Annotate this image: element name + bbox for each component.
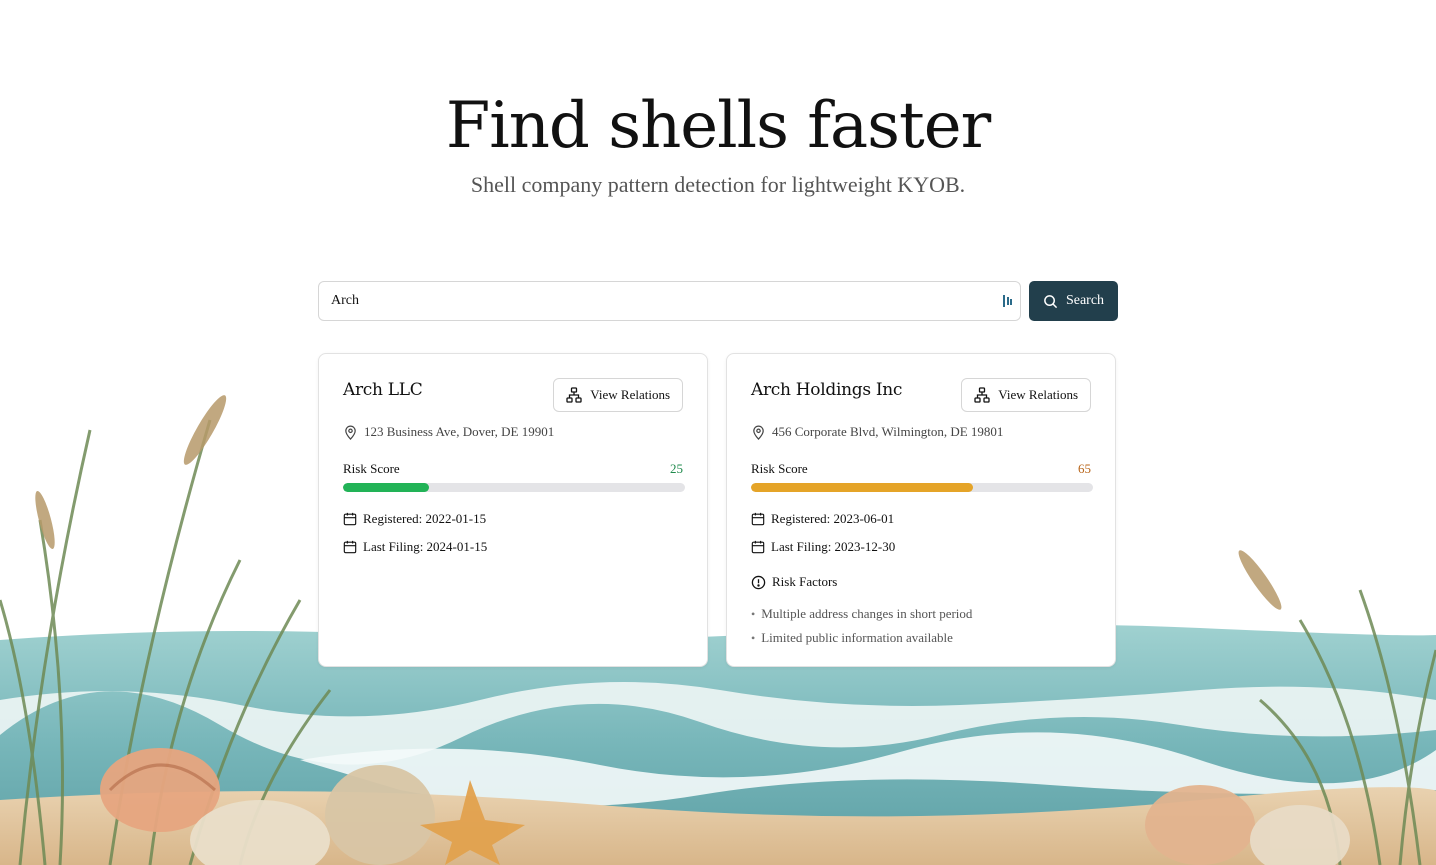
risk-factor-item: Limited public information available <box>751 626 972 650</box>
risk-factors-heading: Risk Factors <box>751 574 837 590</box>
last-filing-date: Last Filing: 2023-12-30 <box>751 539 895 555</box>
calendar-icon <box>751 540 765 554</box>
address-text: 123 Business Ave, Dover, DE 19901 <box>364 424 555 439</box>
page-title: Find shells faster <box>445 89 991 163</box>
search-input[interactable] <box>331 282 991 320</box>
result-card: Arch Holdings Inc View Relations 456 Cor… <box>726 353 1116 667</box>
risk-score-label: Risk Score <box>343 461 400 476</box>
last-filing-date: Last Filing: 2024-01-15 <box>343 539 487 555</box>
registered-date: Registered: 2023-06-01 <box>751 511 894 527</box>
risk-score-value: 25 <box>670 461 683 476</box>
search-field[interactable] <box>318 281 1021 321</box>
risk-factors-list: Multiple address changes in short period… <box>751 602 972 650</box>
risk-score-bar-fill <box>751 483 974 492</box>
last-filing-text: Last Filing: 2024-01-15 <box>363 539 488 554</box>
view-relations-button[interactable]: View Relations <box>553 378 683 412</box>
map-pin-icon <box>345 425 356 440</box>
search-bar: Search <box>318 281 1118 321</box>
risk-score-bar-fill <box>343 483 429 492</box>
address: 123 Business Ave, Dover, DE 19901 <box>343 424 554 440</box>
risk-factors-label: Risk Factors <box>772 574 838 589</box>
network-icon <box>974 387 990 403</box>
map-pin-icon <box>753 425 764 440</box>
registered-text: Registered: 2022-01-15 <box>363 511 487 526</box>
page: Find shells faster Shell company pattern… <box>0 0 1436 865</box>
calendar-icon <box>343 512 357 526</box>
result-card: Arch LLC View Relations 123 Business Ave… <box>318 353 708 667</box>
view-relations-button[interactable]: View Relations <box>961 378 1091 412</box>
risk-score-bar <box>751 483 1093 492</box>
risk-score-bar <box>343 483 685 492</box>
network-icon <box>566 387 582 403</box>
password-manager-icon[interactable] <box>1002 294 1014 308</box>
search-button[interactable]: Search <box>1029 281 1118 321</box>
search-button-label: Search <box>1065 293 1105 308</box>
risk-score-label: Risk Score <box>751 461 808 476</box>
risk-factor-item: Multiple address changes in short period <box>751 602 972 626</box>
page-subtitle: Shell company pattern detection for ligh… <box>470 172 966 197</box>
hero: Find shells faster Shell company pattern… <box>0 84 1436 198</box>
registered-date: Registered: 2022-01-15 <box>343 511 486 527</box>
alert-circle-icon <box>751 575 766 589</box>
risk-score-value: 65 <box>1078 461 1091 476</box>
last-filing-text: Last Filing: 2023-12-30 <box>771 539 896 554</box>
calendar-icon <box>343 540 357 554</box>
registered-text: Registered: 2023-06-01 <box>771 511 895 526</box>
address-text: 456 Corporate Blvd, Wilmington, DE 19801 <box>772 424 1004 439</box>
company-name: Arch Holdings Inc <box>751 380 903 400</box>
calendar-icon <box>751 512 765 526</box>
view-relations-label: View Relations <box>998 387 1078 402</box>
company-name: Arch LLC <box>343 380 423 400</box>
search-icon <box>1044 294 1058 308</box>
address: 456 Corporate Blvd, Wilmington, DE 19801 <box>751 424 1003 440</box>
view-relations-label: View Relations <box>590 387 670 402</box>
